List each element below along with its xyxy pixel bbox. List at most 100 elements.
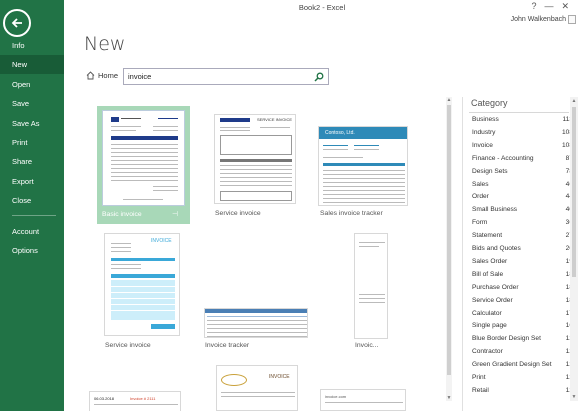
category-item[interactable]: Business 113 bbox=[463, 114, 573, 127]
category-name: Form bbox=[472, 219, 488, 227]
category-item[interactable]: Retail12 bbox=[463, 385, 573, 398]
template-basic-invoice[interactable]: Basic invoice ⊣ bbox=[97, 106, 190, 224]
nav-open[interactable]: Open bbox=[0, 75, 64, 94]
scrollbar-thumb[interactable] bbox=[447, 105, 451, 375]
template-sales-invoice-tracker[interactable]: Contoso, Ltd. Sales invoice tracker bbox=[314, 122, 410, 220]
minimize-button[interactable]: — bbox=[544, 1, 561, 11]
template-invoice-branded[interactable]: INVOICE bbox=[212, 362, 302, 411]
category-item[interactable]: Invoice 108 bbox=[463, 140, 573, 153]
nav-print[interactable]: Print bbox=[0, 133, 64, 152]
category-name: Order bbox=[472, 193, 489, 201]
category-item[interactable]: Green Gradient Design Set12 bbox=[463, 359, 573, 372]
category-item[interactable]: Blue Border Design Set12 bbox=[463, 333, 573, 346]
contoso-header: Contoso, Ltd. bbox=[325, 130, 355, 136]
nav-account[interactable]: Account bbox=[0, 222, 64, 241]
nav-options[interactable]: Options bbox=[0, 241, 64, 260]
home-link[interactable]: Home bbox=[86, 71, 118, 80]
template-invoice-web[interactable]: invoice.com bbox=[316, 386, 408, 411]
category-name: Green Gradient Design Set bbox=[472, 361, 552, 369]
category-name: Contractor bbox=[472, 348, 503, 356]
category-item[interactable]: Order44 bbox=[463, 191, 573, 204]
window-controls: ?—✕ bbox=[531, 1, 577, 12]
nav-save-as[interactable]: Save As bbox=[0, 114, 64, 133]
home-label: Home bbox=[98, 71, 119, 80]
invoice-number: Invoice # 2111 bbox=[130, 396, 156, 401]
scrollbar-thumb[interactable] bbox=[572, 107, 576, 277]
search-input[interactable] bbox=[128, 71, 308, 82]
template-thumbnail bbox=[102, 110, 185, 206]
nav-new[interactable]: New bbox=[0, 55, 64, 74]
category-divider bbox=[469, 112, 569, 113]
category-item[interactable]: Finance - Accounting87 bbox=[463, 153, 573, 166]
invoice-header: INVOICE bbox=[269, 374, 290, 380]
category-item[interactable]: Bids and Quotes20 bbox=[463, 243, 573, 256]
category-item[interactable]: Purchase Order18 bbox=[463, 282, 573, 295]
page-title: New bbox=[84, 33, 126, 55]
category-name: Business bbox=[472, 116, 499, 123]
category-item[interactable]: Service Order18 bbox=[463, 295, 573, 308]
scroll-down-icon[interactable]: ▼ bbox=[446, 395, 452, 401]
template-thumbnail: INVOICE bbox=[216, 365, 298, 411]
template-invoice-narrow[interactable]: Invoic... bbox=[350, 230, 400, 352]
window-title: Book2 - Excel bbox=[298, 3, 346, 12]
nav-share[interactable]: Share bbox=[0, 152, 64, 171]
category-name: Single page bbox=[472, 322, 507, 330]
template-invoice-tracker[interactable]: Invoice tracker bbox=[200, 305, 310, 353]
category-item[interactable]: Sales46 bbox=[463, 179, 573, 192]
category-name: Calculator bbox=[472, 309, 502, 317]
category-name: Sales bbox=[472, 180, 489, 188]
category-item[interactable]: Calculator17 bbox=[463, 308, 573, 321]
help-button[interactable]: ? bbox=[531, 1, 544, 11]
template-service-invoice[interactable]: SERVICE INVOICE Service invoice bbox=[210, 110, 300, 220]
category-scrollbar[interactable]: ▲ ▼ bbox=[570, 97, 578, 401]
scroll-up-icon[interactable]: ▲ bbox=[570, 97, 578, 105]
category-item[interactable]: Bill of Sale18 bbox=[463, 269, 573, 282]
home-icon bbox=[86, 71, 95, 80]
user-name[interactable]: John Walkenbach bbox=[511, 16, 566, 23]
close-button[interactable]: ✕ bbox=[561, 1, 577, 11]
nav-save[interactable]: Save bbox=[0, 94, 64, 113]
category-item[interactable]: Contractor12 bbox=[463, 346, 573, 359]
avatar[interactable] bbox=[568, 15, 576, 24]
back-button[interactable] bbox=[3, 9, 31, 37]
template-thumbnail: SERVICE INVOICE bbox=[214, 114, 296, 204]
category-item[interactable]: Design Sets78 bbox=[463, 166, 573, 179]
nav-info[interactable]: Info bbox=[0, 36, 64, 55]
category-item[interactable]: Small Business40 bbox=[463, 204, 573, 217]
category-panel: Category Business 113 Industry 108 Invoice 10… bbox=[462, 97, 580, 411]
category-item[interactable]: Sales Order19 bbox=[463, 256, 573, 269]
template-service-invoice-blue[interactable]: INVOICE Service invoice bbox=[100, 230, 190, 352]
excel-backstage: Info New Open Save Save As Print Share E… bbox=[0, 0, 580, 411]
category-item[interactable]: Single page16 bbox=[463, 320, 573, 333]
template-label: Invoic... bbox=[355, 342, 379, 349]
template-invoice-dated[interactable]: 06.03.2018 Invoice # 2111 bbox=[85, 388, 185, 411]
backstage-sidebar: Info New Open Save Save As Print Share E… bbox=[0, 0, 64, 411]
template-thumbnail: Contoso, Ltd. bbox=[318, 126, 408, 206]
template-thumbnail: INVOICE bbox=[104, 233, 180, 336]
nav-export[interactable]: Export bbox=[0, 172, 64, 191]
category-name: Finance - Accounting bbox=[472, 154, 534, 162]
template-label: Invoice tracker bbox=[205, 342, 250, 349]
category-name: Bill of Sale bbox=[472, 270, 504, 278]
search-icon[interactable] bbox=[314, 72, 324, 82]
nav-close[interactable]: Close bbox=[0, 191, 64, 210]
template-label: Service invoice bbox=[215, 210, 261, 217]
category-item[interactable]: Print12 bbox=[463, 372, 573, 385]
category-name: Blue Border Design Set bbox=[472, 335, 541, 343]
search-box[interactable] bbox=[123, 68, 329, 85]
nav-divider bbox=[12, 215, 56, 216]
pin-icon[interactable]: ⊣ bbox=[172, 210, 178, 218]
category-name: Print bbox=[472, 374, 486, 381]
category-name: Service Order bbox=[472, 296, 513, 304]
category-item[interactable]: Form36 bbox=[463, 217, 573, 230]
invoice-header: INVOICE bbox=[151, 238, 172, 244]
category-item[interactable]: Statement27 bbox=[463, 230, 573, 243]
template-list-scrollbar[interactable]: ▲ ▼ bbox=[446, 97, 452, 401]
date-header: 06.03.2018 bbox=[94, 396, 115, 401]
scroll-down-icon[interactable]: ▼ bbox=[570, 393, 578, 401]
category-item[interactable]: Industry 108 bbox=[463, 127, 573, 140]
scroll-up-icon[interactable]: ▲ bbox=[446, 97, 452, 103]
category-name: Purchase Order bbox=[472, 283, 519, 291]
category-name: Statement bbox=[472, 232, 503, 240]
category-name: Small Business bbox=[472, 206, 518, 214]
